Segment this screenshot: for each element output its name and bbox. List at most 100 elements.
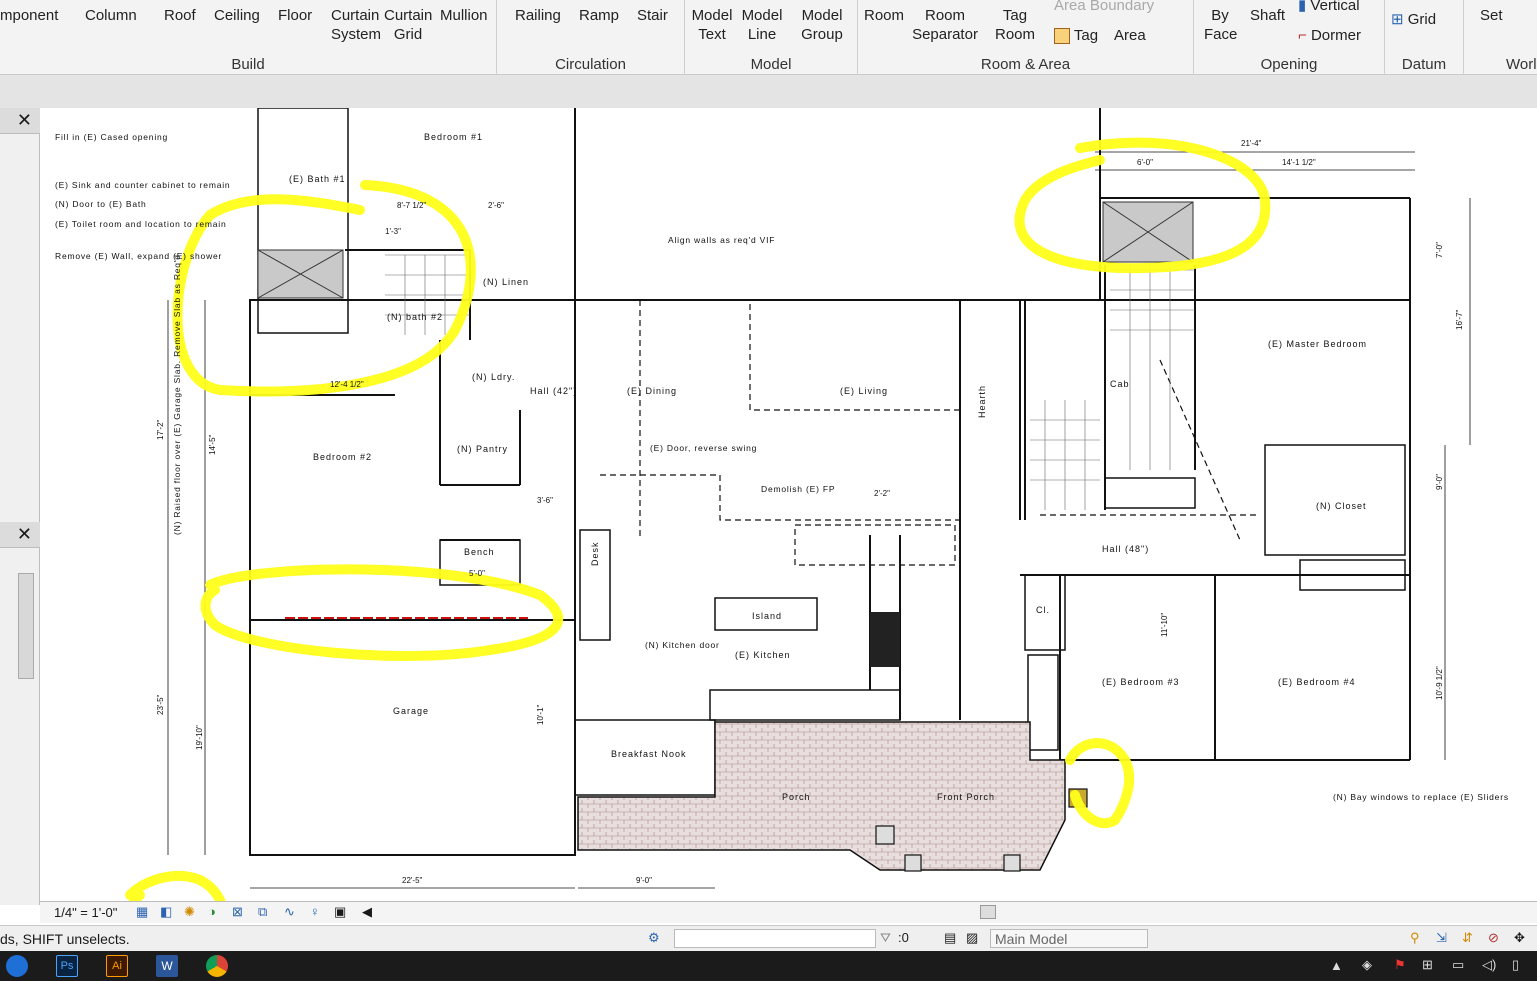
scrollbar-thumb[interactable] — [18, 573, 34, 679]
tool-dormer[interactable]: ⌐ Dormer — [1298, 26, 1361, 45]
design-options-icon[interactable]: ▤ — [944, 930, 956, 946]
room-label: Desk — [590, 541, 600, 566]
panel-model: Model Text Model Line Model Group Model — [685, 0, 858, 75]
room-label: Porch — [782, 792, 811, 802]
ribbon: mponent Column Roof Ceiling Floor Curtai… — [0, 0, 1537, 75]
room-label: Island — [752, 611, 782, 621]
panel-datum: ⊞ Grid Datum — [1385, 0, 1464, 75]
grid-label: Grid — [1407, 11, 1437, 28]
tool-shaft[interactable]: Shaft — [1250, 6, 1285, 25]
dim-label: 2'-6" — [488, 201, 504, 210]
tool-ceiling[interactable]: Ceiling — [214, 6, 260, 25]
room-label: (E) Living — [840, 386, 888, 396]
tool-stair[interactable]: Stair — [637, 6, 668, 25]
tool-curtain-grid[interactable]: Curtain Grid — [384, 6, 432, 44]
note: Demolish (E) FP — [761, 484, 835, 494]
reveal-hidden-icon[interactable]: ♀ — [310, 904, 320, 919]
editable-only-icon[interactable]: ▨ — [966, 930, 978, 946]
shadows-icon[interactable]: ◑ — [208, 904, 216, 919]
temp-hide-icon[interactable]: ∿ — [284, 904, 295, 920]
tool-vertical[interactable]: ▮ Vertical — [1298, 0, 1360, 15]
chrome-icon[interactable] — [206, 955, 228, 977]
start-icon[interactable] — [6, 955, 28, 977]
word-icon[interactable]: W — [156, 955, 178, 977]
model-dropdown[interactable]: Main Model — [990, 929, 1148, 948]
tool-curtain-system[interactable]: Curtain System — [331, 6, 381, 44]
tool-column[interactable]: Column — [85, 6, 137, 25]
close-icon[interactable]: ✕ — [17, 524, 32, 545]
tool-mullion[interactable]: Mullion — [440, 6, 488, 25]
panel-title-circulation[interactable]: Circulation — [497, 56, 684, 73]
select-underlay-icon[interactable]: ⇲ — [1436, 930, 1447, 946]
panel-title-model[interactable]: Model — [685, 56, 857, 73]
room-label: Hall (48") — [1102, 544, 1149, 554]
filter-icon[interactable]: ⛛ — [880, 930, 891, 946]
panel-room-area: Room Room Separator Tag Room Area Bounda… — [858, 0, 1194, 75]
select-pinned-icon[interactable]: ⇵ — [1462, 930, 1473, 946]
show-crop-icon[interactable]: ⧉ — [258, 904, 267, 920]
drawing-view[interactable]: Bedroom #1 Bedroom #2 (E) Bath #1 (N) ba… — [40, 108, 1537, 903]
tool-area[interactable]: Area — [1114, 26, 1146, 45]
dropbox-icon[interactable]: ◈ — [1362, 957, 1372, 973]
view-scale[interactable]: 1/4" = 1'-0" — [54, 905, 117, 920]
workset-dropdown[interactable] — [674, 929, 876, 948]
dim-label: 16'-7" — [1455, 309, 1464, 330]
tool-tag-area[interactable]: Tag — [1054, 26, 1098, 45]
tool-by-face[interactable]: By Face — [1204, 6, 1237, 44]
tool-grid[interactable]: ⊞ Grid — [1391, 10, 1436, 29]
network-icon[interactable]: ▭ — [1452, 957, 1464, 973]
tool-model-group[interactable]: Model Group — [797, 6, 847, 44]
panel-title-work[interactable]: Worl — [1506, 56, 1537, 73]
floor-plan[interactable]: Bedroom #1 Bedroom #2 (E) Bath #1 (N) ba… — [40, 108, 1537, 903]
panel-circulation: Railing Ramp Stair Circulation — [497, 0, 685, 75]
detail-level-icon[interactable]: ▦ — [136, 904, 148, 920]
select-links-icon[interactable]: ⚲ — [1410, 930, 1420, 946]
analytical-model-icon[interactable]: ▣ — [334, 904, 346, 920]
panel-title-opening[interactable]: Opening — [1194, 56, 1384, 73]
panel-title-room-area[interactable]: Room & Area — [858, 56, 1193, 73]
properties-header: ✕ — [0, 108, 40, 134]
tool-railing[interactable]: Railing — [515, 6, 561, 25]
dim-label: 11'-10" — [1160, 613, 1169, 637]
horizontal-scrollbar-thumb[interactable] — [980, 905, 996, 919]
crop-view-icon[interactable]: ⊠ — [232, 904, 243, 920]
panel-title-datum[interactable]: Datum — [1385, 56, 1463, 73]
volume-icon[interactable]: ◁) — [1482, 957, 1496, 973]
tool-room-separator[interactable]: Room Separator — [910, 6, 980, 44]
battery-icon[interactable]: ▯ — [1512, 957, 1519, 973]
room-label: Bedroom #2 — [313, 452, 372, 462]
workset-icon[interactable]: ⚙ — [648, 930, 660, 946]
room-label: (N) bath #2 — [387, 312, 443, 322]
sun-path-icon[interactable]: ✺ — [184, 904, 195, 920]
scroll-left-icon[interactable]: ◀ — [362, 904, 372, 920]
tool-roof[interactable]: Roof — [164, 6, 196, 25]
tray-up-icon[interactable]: ▲ — [1330, 958, 1343, 973]
room-label: (E) Kitchen — [735, 650, 791, 660]
room-label: Hearth — [977, 385, 987, 418]
visual-style-icon[interactable]: ◧ — [160, 904, 172, 920]
panel-build: mponent Column Roof Ceiling Floor Curtai… — [0, 0, 497, 75]
drag-elements-icon[interactable]: ✥ — [1514, 930, 1525, 946]
tool-component[interactable]: mponent — [0, 6, 58, 25]
close-icon[interactable]: ✕ — [17, 110, 32, 131]
tool-room[interactable]: Room — [864, 6, 904, 25]
windows-icon[interactable]: ⊞ — [1422, 957, 1433, 973]
illustrator-icon[interactable]: Ai — [106, 955, 128, 977]
dormer-icon: ⌐ — [1298, 27, 1311, 44]
panel-opening: By Face Shaft ▮ Vertical ⌐ Dormer Openin… — [1194, 0, 1385, 75]
dim-label: 14'-1 1/2" — [1282, 158, 1316, 167]
photoshop-icon[interactable]: Ps — [56, 955, 78, 977]
tool-tag-room[interactable]: Tag Room — [992, 6, 1038, 44]
tool-set[interactable]: Set — [1480, 6, 1503, 25]
tool-floor[interactable]: Floor — [278, 6, 312, 25]
status-bar: ds, SHIFT unselects. ⚙ ⛛ :0 ▤ ▨ Main Mod… — [0, 925, 1537, 951]
tool-area-boundary[interactable]: Area Boundary — [1054, 0, 1154, 15]
tool-ramp[interactable]: Ramp — [579, 6, 619, 25]
flag-icon[interactable]: ⚑ — [1394, 957, 1406, 973]
tool-model-line[interactable]: Model Line — [739, 6, 785, 44]
vertical-label: Vertical — [1310, 0, 1360, 14]
room-label: Breakfast Nook — [611, 749, 687, 759]
select-by-face-icon[interactable]: ⊘ — [1488, 930, 1499, 946]
tool-model-text[interactable]: Model Text — [689, 6, 735, 44]
panel-title-build[interactable]: Build — [0, 56, 496, 73]
